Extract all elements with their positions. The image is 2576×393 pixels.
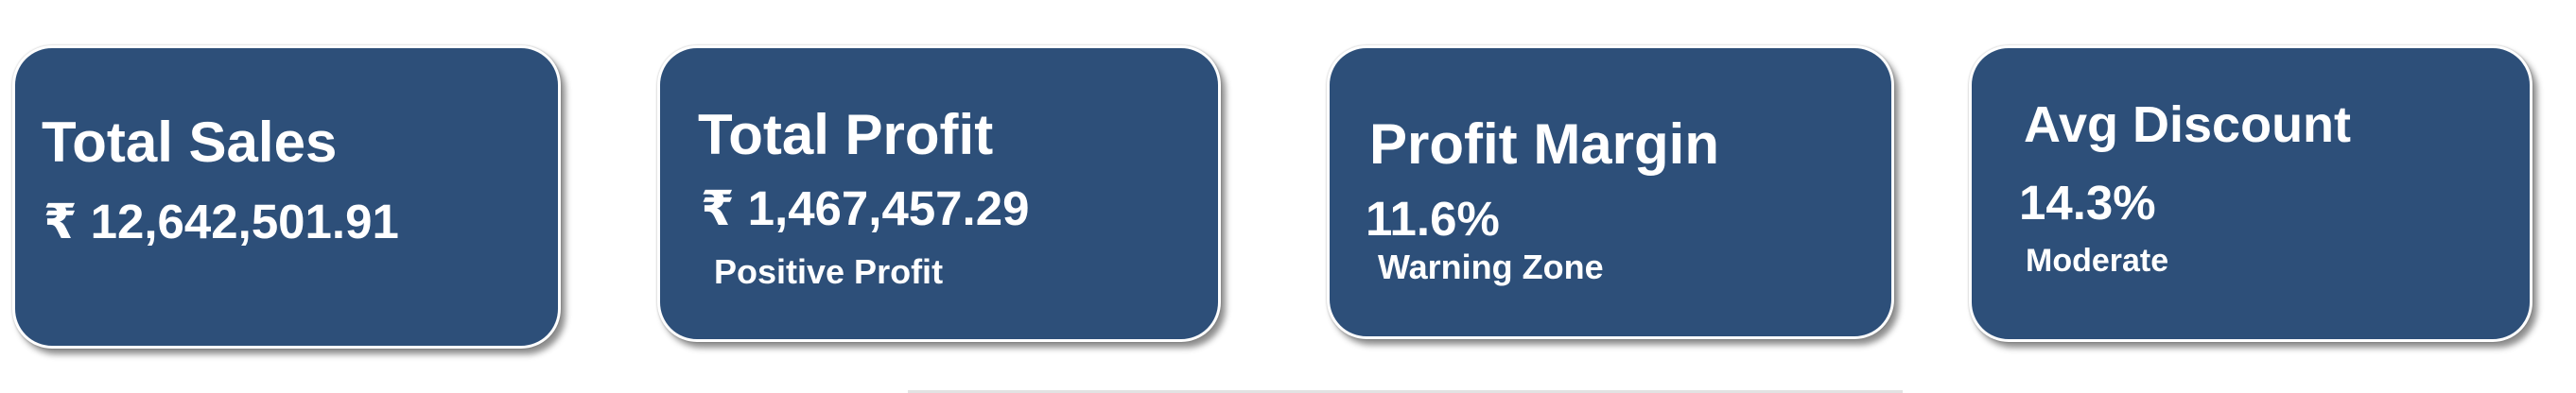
avg-discount-status: Moderate (2026, 243, 2169, 279)
profit-margin-card[interactable]: Profit Margin 11.6% Warning Zone (1327, 45, 1894, 339)
avg-discount-value: 14.3% (2019, 176, 2156, 230)
profit-margin-value: 11.6% (1366, 192, 1500, 246)
avg-discount-title: Avg Discount (2024, 96, 2352, 153)
total-profit-title: Total Profit (698, 103, 994, 166)
total-sales-value: ₹ 12,642,501.91 (44, 195, 399, 248)
total-profit-value: ₹ 1,467,457.29 (701, 181, 1030, 235)
avg-discount-card[interactable]: Avg Discount 14.3% Moderate (1969, 45, 2532, 342)
total-profit-status: Positive Profit (714, 252, 944, 291)
total-sales-card[interactable]: Total Sales ₹ 12,642,501.91 (12, 45, 561, 349)
profit-margin-status: Warning Zone (1378, 248, 1604, 286)
profit-margin-title: Profit Margin (1369, 112, 1719, 176)
total-sales-title: Total Sales (42, 111, 338, 174)
total-profit-card[interactable]: Total Profit ₹ 1,467,457.29 Positive Pro… (657, 45, 1221, 342)
